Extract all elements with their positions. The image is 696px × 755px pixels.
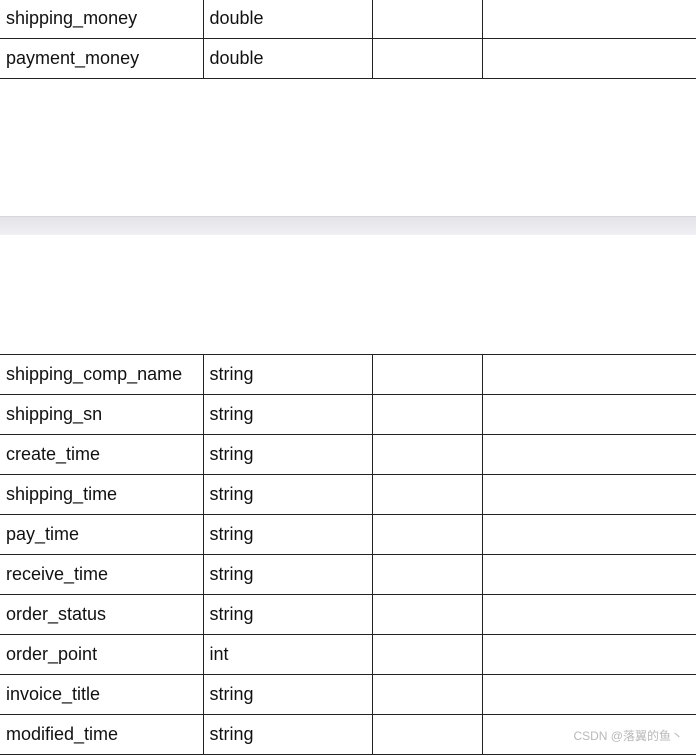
field-type-cell: int — [202, 634, 373, 675]
field-type-cell: string — [202, 514, 373, 555]
empty-cell — [481, 674, 696, 715]
field-type-cell: string — [202, 594, 373, 635]
empty-cell — [371, 594, 483, 635]
table-row: invoice_title string — [0, 674, 696, 715]
empty-cell — [481, 0, 696, 39]
table-row: pay_time string — [0, 514, 696, 555]
field-name-cell: shipping_money — [0, 0, 204, 39]
table-row: shipping_comp_name string — [0, 354, 696, 395]
empty-cell — [371, 38, 483, 79]
empty-cell — [481, 354, 696, 395]
empty-cell — [371, 394, 483, 435]
empty-cell — [481, 594, 696, 635]
empty-cell — [481, 38, 696, 79]
table-row: order_status string — [0, 594, 696, 635]
table-row: receive_time string — [0, 554, 696, 595]
field-table-bottom: shipping_comp_name string shipping_sn strin… — [0, 354, 696, 755]
field-name-cell: shipping_comp_name — [0, 354, 204, 395]
field-type-cell: string — [202, 434, 373, 475]
field-name-cell: shipping_sn — [0, 394, 204, 435]
field-type-cell: string — [202, 474, 373, 515]
table-row: shipping_money double — [0, 0, 696, 39]
field-name-cell: create_time — [0, 434, 204, 475]
empty-cell — [481, 514, 696, 555]
table-row: shipping_sn string — [0, 394, 696, 435]
field-name-cell: payment_money — [0, 38, 204, 79]
field-table-top: shipping_money double payment_money double — [0, 0, 696, 79]
empty-cell — [481, 554, 696, 595]
empty-cell — [481, 634, 696, 675]
empty-cell — [371, 714, 483, 755]
empty-cell — [481, 434, 696, 475]
table-row: payment_money double — [0, 38, 696, 79]
empty-cell — [371, 634, 483, 675]
empty-cell — [371, 514, 483, 555]
empty-cell — [371, 0, 483, 39]
empty-cell — [371, 674, 483, 715]
field-name-cell: pay_time — [0, 514, 204, 555]
field-name-cell: modified_time — [0, 714, 204, 755]
page-break — [0, 216, 696, 235]
field-name-cell: shipping_time — [0, 474, 204, 515]
field-type-cell: string — [202, 354, 373, 395]
table-row: order_point int — [0, 634, 696, 675]
empty-cell — [481, 474, 696, 515]
empty-cell — [371, 474, 483, 515]
field-type-cell: string — [202, 394, 373, 435]
empty-cell — [371, 554, 483, 595]
field-name-cell: order_point — [0, 634, 204, 675]
field-type-cell: string — [202, 554, 373, 595]
empty-cell — [481, 394, 696, 435]
empty-cell — [371, 434, 483, 475]
field-type-cell: string — [202, 674, 373, 715]
table-row: shipping_time string — [0, 474, 696, 515]
field-type-cell: double — [202, 0, 373, 39]
field-name-cell: order_status — [0, 594, 204, 635]
field-name-cell: receive_time — [0, 554, 204, 595]
field-type-cell: string — [202, 714, 373, 755]
field-type-cell: double — [202, 38, 373, 79]
field-name-cell: invoice_title — [0, 674, 204, 715]
empty-cell — [371, 354, 483, 395]
watermark: CSDN @落翼的鱼丶 — [570, 726, 686, 745]
table-row: create_time string — [0, 434, 696, 475]
